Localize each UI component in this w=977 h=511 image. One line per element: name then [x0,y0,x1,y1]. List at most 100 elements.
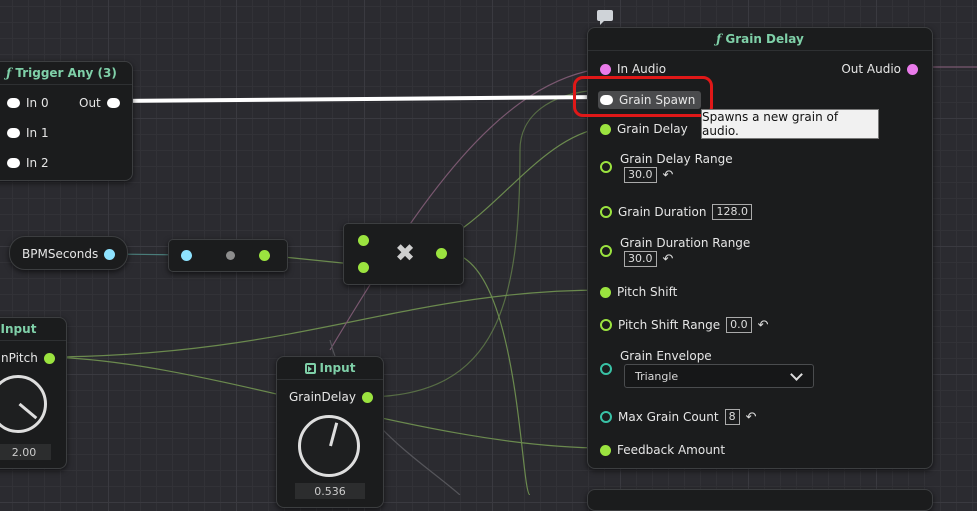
grain-duration-input[interactable]: 128.0 [712,204,752,220]
trigger-pin-icon[interactable] [7,98,20,108]
feedback-amount-pin[interactable]: Feedback Amount [600,443,725,457]
grain-delay-value-text: 0.536 [314,484,346,498]
in-audio-pin[interactable]: In Audio [600,62,666,76]
pin-label: Out [79,96,101,110]
int-pin-empty-icon[interactable] [600,411,612,423]
bpm-seconds-node[interactable]: BPMSeconds [9,236,128,270]
grain-delay-pin[interactable]: Grain Delay [600,122,688,136]
input-grain-delay-node[interactable]: Input GrainDelay 0.536 [276,356,384,508]
grain-duration-range-pin[interactable] [600,245,612,257]
grain-delay-range-label: Grain Delay Range [620,152,733,166]
pin-label: In Audio [617,62,667,76]
comment-icon[interactable] [597,10,613,25]
float-pin-empty-icon[interactable] [600,319,612,331]
grain-duration-range-input[interactable]: 30.0 [624,251,657,267]
grain-envelope-label: Grain Envelope [620,349,712,363]
float-pin-icon[interactable] [104,248,116,260]
pin-label: Pitch Shift [617,285,678,299]
grain-duration-range-value[interactable]: 30.0 ↶ [624,251,673,267]
pin-label: Grain Delay [617,122,688,136]
trigger-any-title: ƒ Trigger Any (3) [0,62,132,85]
pin-label: Grain Duration [618,205,707,219]
trigger-any-title-text: Trigger Any (3) [15,66,117,80]
trigger-pin-icon[interactable] [7,128,20,138]
audio-pin-icon[interactable] [600,63,611,75]
dropdown-value: Triangle [635,369,679,383]
pin-label: In 2 [26,156,49,170]
wire-audio-in [329,67,606,351]
grain-delay-range-input[interactable]: 30.0 [624,167,657,183]
float-pin-icon[interactable] [600,444,611,456]
pitch-value-text: 2.00 [11,445,37,459]
trigger-any-in0[interactable]: In 0 [7,96,49,110]
trigger-pin-icon[interactable] [106,98,120,108]
wire-multiply-out [439,252,531,495]
offscreen-node[interactable] [587,489,933,511]
grain-spawn-highlight [573,76,713,117]
multiply-output-pin[interactable] [436,248,447,259]
grain-duration-range-label: Grain Duration Range [620,236,751,250]
float-pin-empty-icon[interactable] [600,206,612,218]
input-title-text: Input [0,322,37,336]
conversion-input-pin[interactable] [181,250,192,261]
input-title-text: Input [319,361,356,375]
trigger-pin-icon[interactable] [7,158,20,168]
input-grain-delay-title: Input [277,357,383,380]
multiply-node[interactable]: ✖ [343,223,464,285]
reset-icon[interactable]: ↶ [663,168,674,183]
bpm-seconds-label: BPMSeconds [22,247,99,261]
float-pin-icon[interactable] [600,123,611,135]
grain-envelope-dropdown[interactable]: Triangle [624,364,814,388]
trigger-any-out[interactable]: Out [79,96,120,110]
conversion-output-pin[interactable] [259,250,270,261]
grain-delay-range-pin[interactable] [600,161,612,173]
grain-delay-title-text: Grain Delay [725,32,804,46]
grain-delay-title: ƒ Grain Delay [588,28,932,51]
float-pin-icon[interactable] [600,286,611,298]
conversion-node[interactable] [168,239,288,272]
grain-spawn-tooltip: Spawns a new grain of audio. [701,109,879,139]
pitch-knob[interactable] [0,375,47,433]
pitch-shift-pin[interactable]: Pitch Shift [600,285,677,299]
grain-delay-knob[interactable] [298,415,360,477]
float-pin-empty-icon[interactable] [600,161,612,173]
multiply-input-b-pin[interactable] [358,262,369,273]
pin-label: Max Grain Count [618,410,719,424]
pin-label: In 0 [26,96,49,110]
input-grain-delay-pin[interactable]: GrainDelay [289,390,373,404]
chevron-down-icon [790,368,803,381]
function-icon: ƒ [6,66,12,80]
max-grain-count-input[interactable]: 8 [724,409,740,425]
input-icon [304,362,316,374]
grain-delay-value-field[interactable]: 0.536 [295,483,365,499]
knob-needle [329,422,339,447]
reset-icon[interactable]: ↶ [746,410,757,425]
pitch-value-field[interactable]: 2.00 [0,444,51,460]
enum-pin-icon[interactable] [600,363,612,375]
reset-icon[interactable]: ↶ [758,318,769,333]
float-pin-empty-icon[interactable] [600,245,612,257]
input-pitch-node[interactable]: Input nPitch 2.00 [0,317,67,469]
pin-label: Feedback Amount [617,443,726,457]
trigger-any-node[interactable]: ƒ Trigger Any (3) In 0 In 1 In 2 Out [0,61,133,181]
pitch-shift-range-pin[interactable]: Pitch Shift Range 0.0 ↶ [600,317,769,333]
pin-label: In 1 [26,126,49,140]
pitch-shift-range-input[interactable]: 0.0 [726,317,752,333]
multiply-input-a-pin[interactable] [358,235,369,246]
audio-pin-icon[interactable] [907,63,918,75]
float-pin-icon[interactable] [361,391,373,403]
grain-duration-pin[interactable]: Grain Duration 128.0 [600,204,752,220]
input-pitch-pin[interactable]: nPitch [1,351,55,365]
max-grain-count-pin[interactable]: Max Grain Count 8 ↶ [600,409,757,425]
tooltip-text: Spawns a new grain of audio. [702,110,839,138]
reset-icon[interactable]: ↶ [663,252,674,267]
out-audio-pin[interactable]: Out Audio [841,62,918,76]
pin-label: Out Audio [841,62,901,76]
grain-delay-range-value[interactable]: 30.0 ↶ [624,167,673,183]
bpm-seconds-pin[interactable]: BPMSeconds [22,247,116,261]
grain-envelope-pin[interactable] [600,363,612,375]
float-pin-icon[interactable] [43,352,55,364]
trigger-any-in1[interactable]: In 1 [7,126,49,140]
trigger-any-in2[interactable]: In 2 [7,156,49,170]
wire-trigger [117,95,607,103]
